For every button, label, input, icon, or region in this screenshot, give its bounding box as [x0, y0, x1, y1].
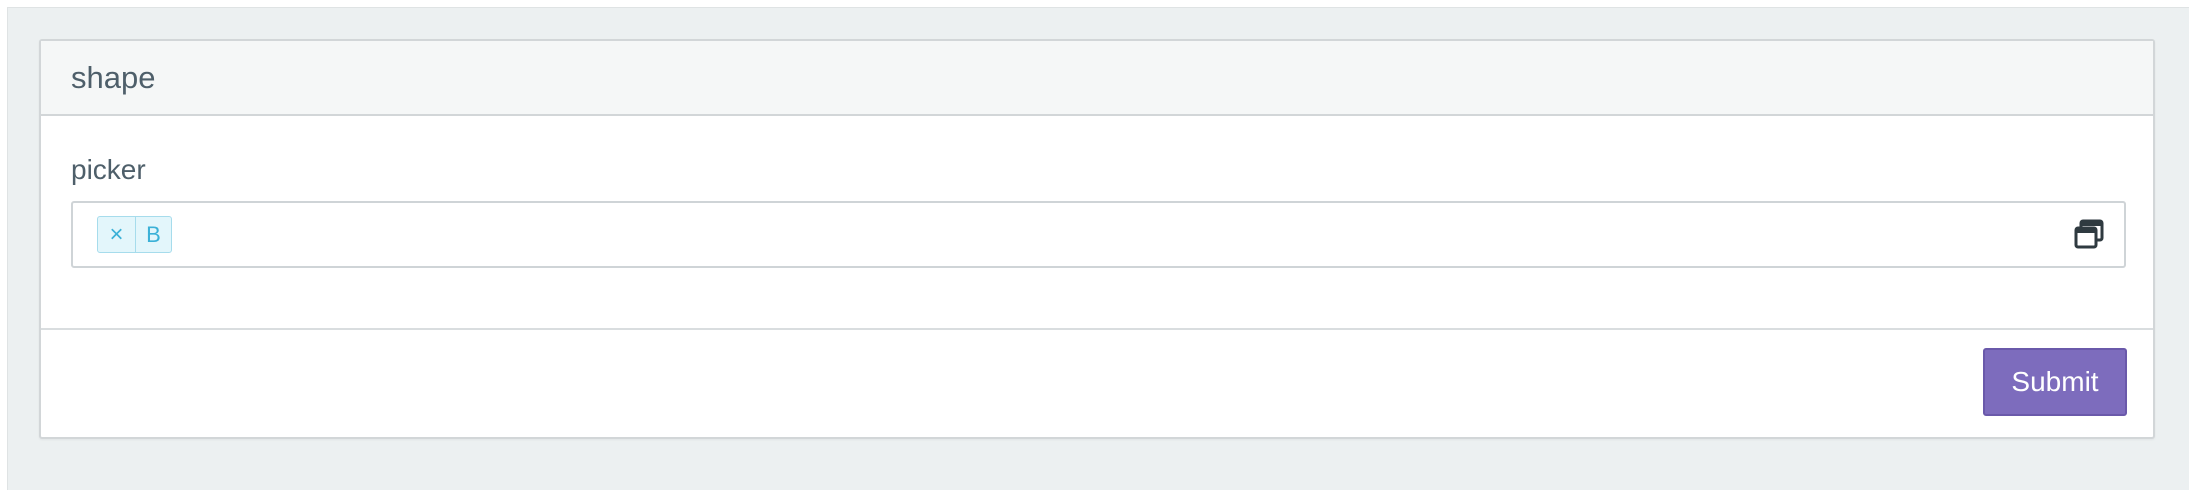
footer-divider — [41, 328, 2153, 330]
submit-button[interactable]: Submit — [1983, 348, 2127, 416]
picker-label: picker — [71, 154, 146, 185]
card-title: shape — [71, 60, 156, 95]
tag-label: B — [146, 221, 161, 247]
selected-tag: × B — [97, 216, 172, 253]
picker-field[interactable]: × B — [71, 201, 2126, 268]
card-header: shape — [41, 41, 2153, 116]
window-restore-icon[interactable] — [2074, 219, 2104, 249]
tag-remove-button[interactable]: × — [98, 217, 136, 252]
form-card: shape picker × B Submit — [39, 39, 2155, 439]
